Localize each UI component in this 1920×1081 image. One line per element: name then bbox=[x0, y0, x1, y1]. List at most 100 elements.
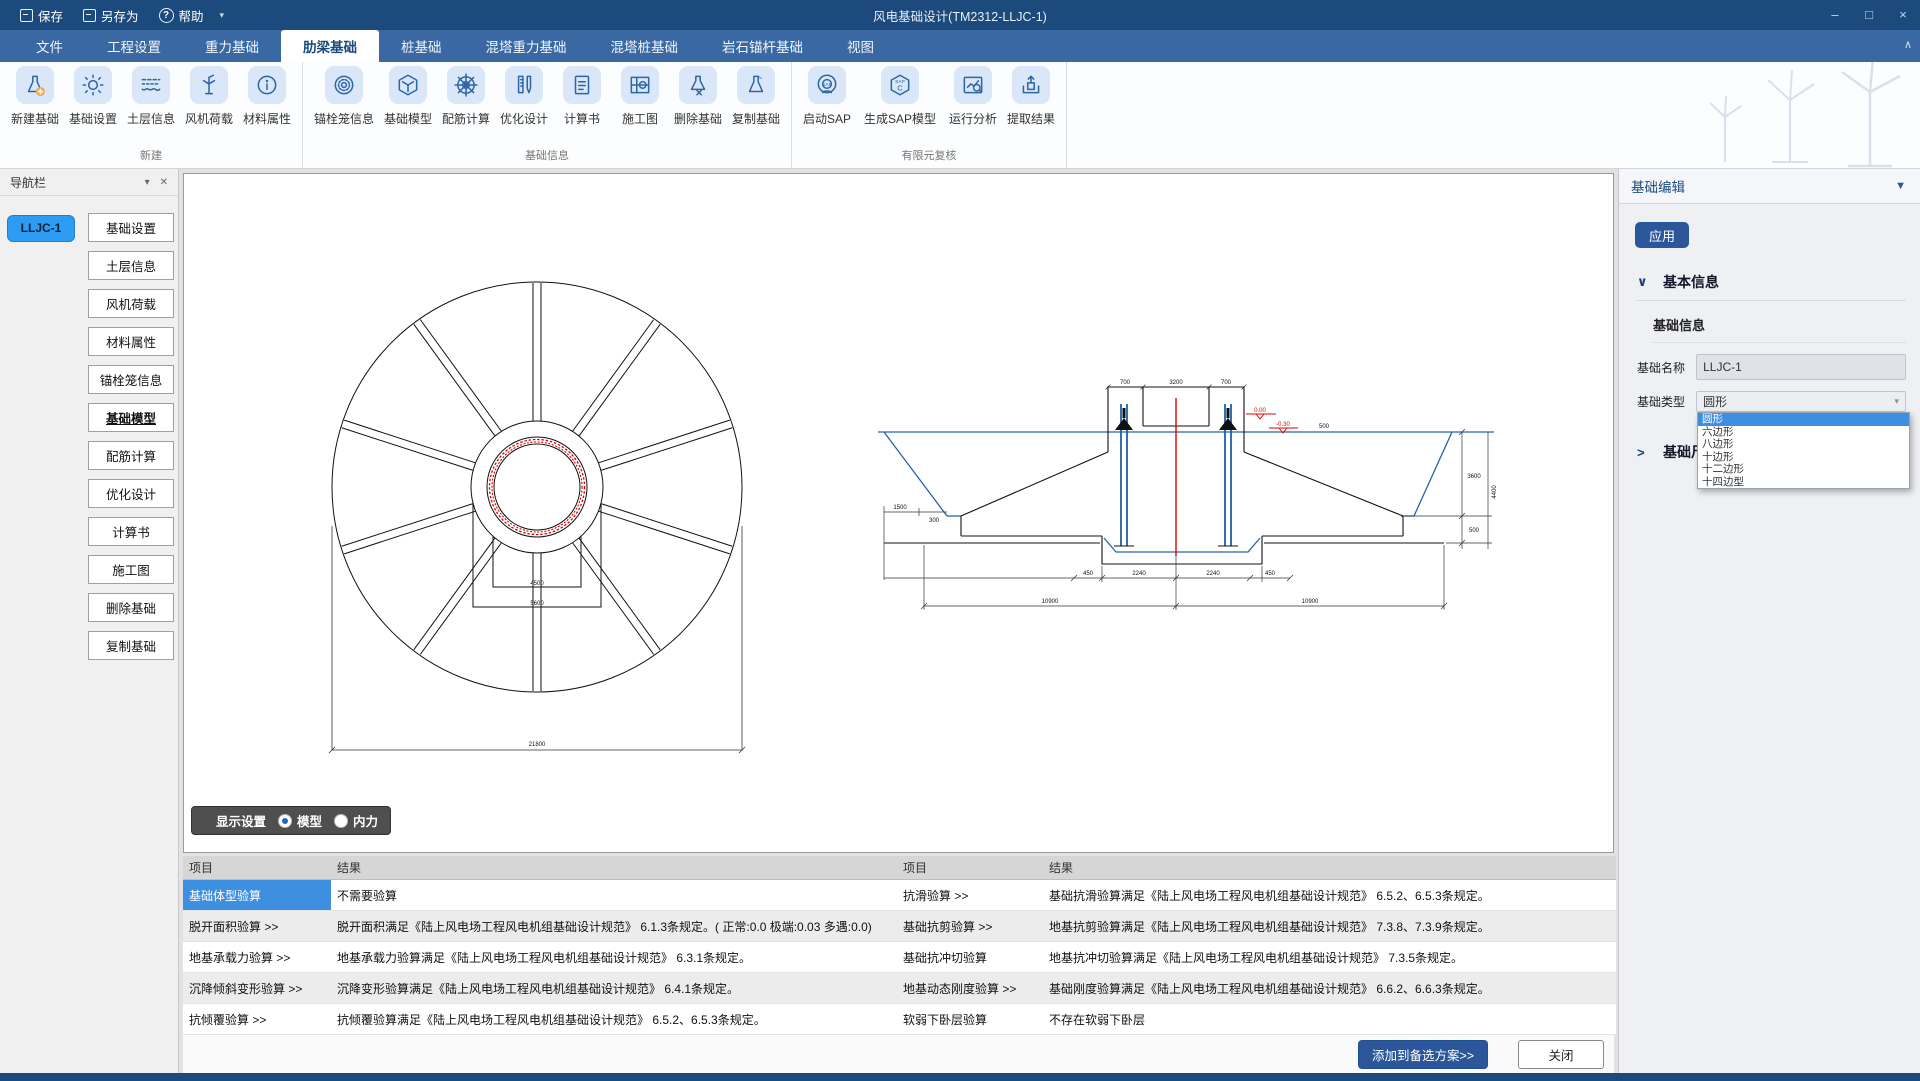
dropdown-option-octagon[interactable]: 八边形 bbox=[1698, 438, 1909, 451]
svg-text:4500: 4500 bbox=[530, 581, 544, 587]
nav-item-turbine-loads[interactable]: 风机荷载 bbox=[88, 289, 174, 318]
item-cell[interactable]: 抗滑验算 >> bbox=[897, 880, 1043, 911]
foundation-type-field: 基础类型 圆形 ▾ 圆形 六边形 八边形 十边形 十二边形 十四边型 bbox=[1637, 391, 1906, 412]
chevron-down-icon: ∨ bbox=[1637, 274, 1649, 290]
collapse-ribbon-icon[interactable]: ∧ bbox=[1904, 38, 1912, 51]
close-panel-button[interactable]: 关闭 bbox=[1518, 1040, 1604, 1069]
table-row: 地基承载力验算 >> 地基承载力验算满足《陆上风电场工程风电机组基础设计规范》 … bbox=[183, 942, 1616, 973]
section-annotations-red: 0.00 -0.30 bbox=[1176, 398, 1298, 556]
verification-results-table: 项目 结果 项目 结果 基础体型验算 不需要验算 抗滑验算 >> 基础抗滑验算满… bbox=[183, 856, 1616, 1035]
save-button[interactable]: 保存 bbox=[14, 6, 69, 25]
anchor-cage-info-button[interactable]: 锚栓笼信息 bbox=[309, 66, 379, 127]
ruler-pen-icon bbox=[505, 66, 543, 104]
ribbon-group-label-fem: 有限元复核 bbox=[798, 145, 1060, 166]
new-foundation-button[interactable]: 新建基础 bbox=[6, 66, 64, 127]
radio-internal-force[interactable]: 内力 bbox=[334, 811, 378, 830]
tab-hybrid-gravity-foundation[interactable]: 混塔重力基础 bbox=[464, 30, 589, 62]
model-viewport[interactable]: 4500 5600 21800 bbox=[183, 173, 1614, 853]
save-as-button[interactable]: 另存为 bbox=[77, 6, 145, 25]
svg-text:21800: 21800 bbox=[529, 742, 546, 748]
item-cell[interactable]: 脱开面积验算 >> bbox=[183, 911, 331, 942]
apply-button[interactable]: 应用 bbox=[1635, 222, 1689, 248]
optimize-design-button[interactable]: 优化设计 bbox=[495, 66, 553, 127]
dropdown-option-decagon[interactable]: 十边形 bbox=[1698, 451, 1909, 464]
nav-item-calculation-report[interactable]: 计算书 bbox=[88, 517, 174, 546]
result-cell: 地基抗剪验算满足《陆上风电场工程风电机组基础设计规范》 7.3.8、7.3.9条… bbox=[1043, 911, 1616, 942]
tab-project-settings[interactable]: 工程设置 bbox=[85, 30, 183, 62]
minimize-button[interactable]: – bbox=[1818, 0, 1852, 30]
result-cell: 地基承载力验算满足《陆上风电场工程风电机组基础设计规范》 6.3.1条规定。 bbox=[331, 942, 897, 973]
item-cell[interactable]: 抗倾覆验算 >> bbox=[183, 1004, 331, 1035]
extract-results-button[interactable]: 提取结果 bbox=[1002, 66, 1060, 127]
editor-collapse-icon[interactable]: ▼ bbox=[1895, 180, 1920, 192]
soil-layers-icon bbox=[132, 66, 170, 104]
svg-text:4400: 4400 bbox=[1492, 485, 1498, 499]
nav-item-material-properties[interactable]: 材料属性 bbox=[88, 327, 174, 356]
item-cell[interactable]: 地基承载力验算 >> bbox=[183, 942, 331, 973]
nav-item-construction-drawing[interactable]: 施工图 bbox=[88, 555, 174, 584]
tab-hybrid-pile-foundation[interactable]: 混塔桩基础 bbox=[589, 30, 701, 62]
tab-rib-beam-foundation[interactable]: 肋梁基础 bbox=[281, 30, 379, 62]
menu-dropdown-icon[interactable]: ▾ bbox=[220, 10, 225, 21]
foundation-type-select[interactable]: 圆形 ▾ bbox=[1696, 391, 1906, 412]
item-cell[interactable]: 地基动态刚度验算 >> bbox=[897, 973, 1043, 1004]
display-settings-bar: 显示设置 模型 内力 bbox=[191, 806, 391, 835]
launch-sap-button[interactable]: SAP 启动SAP bbox=[798, 66, 856, 127]
turbine-loads-button[interactable]: 风机荷载 bbox=[180, 66, 238, 127]
dropdown-option-circle[interactable]: 圆形 bbox=[1698, 413, 1909, 426]
analysis-chart-icon bbox=[954, 66, 992, 104]
nav-collapse-icon[interactable]: ▾ bbox=[145, 177, 150, 188]
add-to-candidates-button[interactable]: 添加到备选方案>> bbox=[1358, 1040, 1488, 1069]
radio-model[interactable]: 模型 bbox=[278, 811, 322, 830]
nav-item-foundation-model[interactable]: 基础模型 bbox=[88, 403, 174, 432]
soil-layers-button[interactable]: 土层信息 bbox=[122, 66, 180, 127]
plan-view bbox=[329, 282, 745, 753]
delete-foundation-button[interactable]: 删除基础 bbox=[669, 66, 727, 127]
section-view: 0.00 -0.30 bbox=[878, 380, 1498, 610]
nav-close-icon[interactable]: ✕ bbox=[160, 177, 168, 188]
svg-text:700: 700 bbox=[1120, 380, 1131, 386]
nav-item-delete-foundation[interactable]: 删除基础 bbox=[88, 593, 174, 622]
tab-gravity-foundation[interactable]: 重力基础 bbox=[183, 30, 281, 62]
blueprint-icon bbox=[621, 66, 659, 104]
section-dim-texts: 700 3200 700 450 2240 2240 450 10900 109… bbox=[893, 380, 1498, 605]
foundation-name-input[interactable]: LLJC-1 bbox=[1696, 354, 1906, 380]
help-button[interactable]: ?帮助 bbox=[153, 6, 210, 25]
rebar-calculation-button[interactable]: 配筋计算 bbox=[437, 66, 495, 127]
nav-item-soil-layers[interactable]: 土层信息 bbox=[88, 251, 174, 280]
generate-sap-model-button[interactable]: SAPC 生成SAP模型 bbox=[856, 66, 944, 127]
dropdown-option-hexagon[interactable]: 六边形 bbox=[1698, 426, 1909, 439]
table-row: 脱开面积验算 >> 脱开面积满足《陆上风电场工程风电机组基础设计规范》 6.1.… bbox=[183, 911, 1616, 942]
item-cell[interactable]: 软弱下卧层验算 bbox=[897, 1004, 1043, 1035]
dropdown-option-tetradecagon[interactable]: 十四边型 bbox=[1698, 476, 1909, 489]
item-cell[interactable]: 基础抗冲切验算 bbox=[897, 942, 1043, 973]
foundation-model-button[interactable]: 基础模型 bbox=[379, 66, 437, 127]
tab-pile-foundation[interactable]: 桩基础 bbox=[379, 30, 464, 62]
svg-text:3600: 3600 bbox=[1467, 474, 1481, 480]
item-cell[interactable]: 基础抗剪验算 >> bbox=[897, 911, 1043, 942]
item-cell[interactable]: 沉降倾斜变形验算 >> bbox=[183, 973, 331, 1004]
help-label: 帮助 bbox=[179, 6, 204, 25]
foundation-tab-lljc1[interactable]: LLJC-1 bbox=[7, 215, 75, 242]
run-analysis-button[interactable]: 运行分析 bbox=[944, 66, 1002, 127]
close-button[interactable]: × bbox=[1886, 0, 1920, 30]
dropdown-option-dodecagon[interactable]: 十二边形 bbox=[1698, 463, 1909, 476]
nav-item-optimize-design[interactable]: 优化设计 bbox=[88, 479, 174, 508]
calculation-report-button[interactable]: 计算书 bbox=[553, 66, 611, 127]
radio-model-dot bbox=[278, 814, 292, 828]
material-properties-button[interactable]: 材料属性 bbox=[238, 66, 296, 127]
item-cell[interactable]: 基础体型验算 bbox=[183, 880, 331, 911]
tab-view[interactable]: 视图 bbox=[825, 30, 896, 62]
nav-item-foundation-settings[interactable]: 基础设置 bbox=[88, 213, 174, 242]
basic-info-section-header[interactable]: ∨ 基本信息 bbox=[1637, 272, 1906, 301]
nav-item-rebar-calculation[interactable]: 配筋计算 bbox=[88, 441, 174, 470]
foundation-settings-button[interactable]: 基础设置 bbox=[64, 66, 122, 127]
tab-rock-anchor-foundation[interactable]: 岩石锚杆基础 bbox=[700, 30, 825, 62]
nav-item-anchor-cage-info[interactable]: 锚栓笼信息 bbox=[88, 365, 174, 394]
copy-foundation-button[interactable]: 复制基础 bbox=[727, 66, 785, 127]
construction-drawing-button[interactable]: 施工图 bbox=[611, 66, 669, 127]
tab-file[interactable]: 文件 bbox=[14, 30, 85, 62]
nav-item-copy-foundation[interactable]: 复制基础 bbox=[88, 631, 174, 660]
navigation-panel: 导航栏 ▾ ✕ LLJC-1 基础设置 土层信息 风机荷载 材料属性 锚栓笼信息… bbox=[0, 169, 179, 1073]
maximize-button[interactable]: □ bbox=[1852, 0, 1886, 30]
